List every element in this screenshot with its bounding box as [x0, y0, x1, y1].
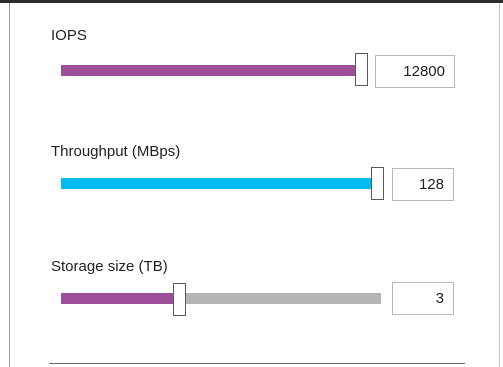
throughput-slider-track[interactable] [61, 178, 377, 189]
iops-label: IOPS [51, 27, 87, 44]
storage-size-slider-thumb[interactable] [173, 283, 186, 316]
iops-slider-track[interactable] [61, 65, 361, 76]
iops-value-input[interactable]: 12800 [375, 55, 455, 88]
iops-slider-thumb[interactable] [355, 53, 368, 86]
throughput-slider-thumb[interactable] [371, 167, 384, 200]
panel-right-border [499, 3, 500, 367]
window-top-edge [0, 0, 503, 3]
throughput-value-input[interactable]: 128 [392, 168, 454, 201]
storage-size-value-input[interactable]: 3 [392, 282, 454, 315]
storage-size-slider-track[interactable] [61, 293, 381, 304]
section-divider [49, 363, 465, 364]
panel-left-border [9, 3, 10, 367]
storage-size-label: Storage size (TB) [51, 258, 168, 275]
throughput-label: Throughput (MBps) [51, 143, 181, 160]
storage-settings-panel: IOPS 12800 Throughput (MBps) 128 Storage… [0, 0, 503, 367]
